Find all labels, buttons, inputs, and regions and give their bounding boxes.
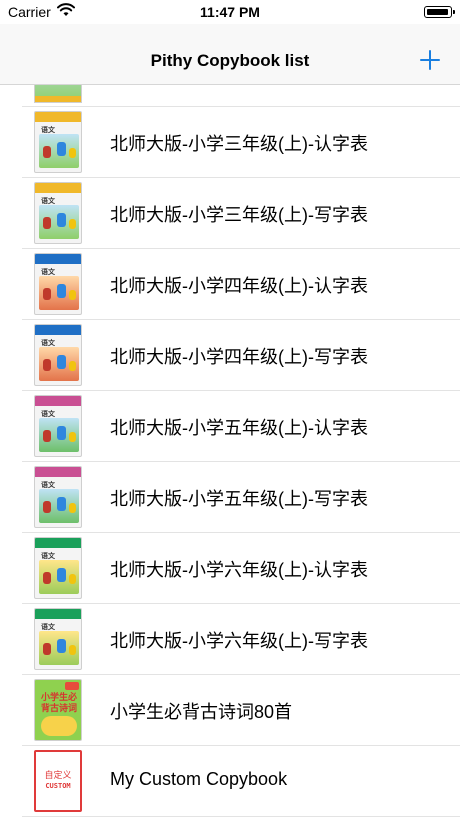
book-cover-thumbnail: 小学生必背古诗词 bbox=[34, 679, 82, 741]
list-item-label: 北师大版-小学四年级(上)-认字表 bbox=[110, 276, 368, 296]
list-item[interactable]: 语文 北师大版-小学四年级(上)-认字表 bbox=[22, 249, 460, 320]
list-item[interactable]: 语文 北师大版-小学三年级(上)-写字表 bbox=[22, 178, 460, 249]
navigation-bar: Pithy Copybook list bbox=[0, 24, 460, 85]
list-item-label: 北师大版-小学五年级(上)-写字表 bbox=[110, 489, 368, 509]
cover-subtitle: CUSTOM bbox=[45, 782, 71, 790]
cover-title: 小学生必背古诗词 bbox=[40, 692, 77, 713]
list-item-label: My Custom Copybook bbox=[110, 769, 288, 789]
list-item[interactable]: 语文 北师大版-小学六年级(上)-写字表 bbox=[22, 604, 460, 675]
book-cover-thumbnail: 语文 bbox=[34, 182, 82, 244]
book-cover-thumbnail bbox=[34, 85, 82, 103]
list-item[interactable]: 语文 北师大版-小学六年级(上)-认字表 bbox=[22, 533, 460, 604]
status-bar: Carrier 11:47 PM bbox=[0, 0, 460, 24]
list-item-label: 北师大版-小学三年级(上)-认字表 bbox=[110, 134, 368, 154]
book-cover-thumbnail: 语文 bbox=[34, 608, 82, 670]
add-copybook-button[interactable] bbox=[418, 48, 442, 72]
list-item-label: 北师大版-小学五年级(上)-认字表 bbox=[110, 418, 368, 438]
book-cover-thumbnail: 语文 bbox=[34, 111, 82, 173]
cover-title: 自定义 bbox=[44, 771, 72, 781]
list-item-label: 北师大版-小学六年级(上)-认字表 bbox=[110, 560, 368, 580]
list-item-label: 北师大版-小学四年级(上)-写字表 bbox=[110, 347, 368, 367]
list-item[interactable]: 语文 北师大版-小学三年级(上)-认字表 bbox=[22, 107, 460, 178]
book-cover-thumbnail: 语文 bbox=[34, 395, 82, 457]
list-item[interactable]: 语文 北师大版-小学五年级(上)-认字表 bbox=[22, 391, 460, 462]
copybook-list[interactable]: 语文 北师大版-小学三年级(上)-认字表 语文 北师大版-小学三年级(上)-写字表 语文… bbox=[0, 85, 460, 817]
list-item-label: 北师大版-小学三年级(上)-写字表 bbox=[110, 205, 368, 225]
book-cover-thumbnail: 语文 bbox=[34, 253, 82, 315]
battery-icon bbox=[424, 6, 455, 18]
clock: 11:47 PM bbox=[200, 4, 260, 20]
book-cover-thumbnail: 自定义 CUSTOM bbox=[34, 750, 82, 812]
book-cover-thumbnail: 语文 bbox=[34, 537, 82, 599]
list-item[interactable]: 语文 北师大版-小学四年级(上)-写字表 bbox=[22, 320, 460, 391]
list-item[interactable]: 自定义 CUSTOM My Custom Copybook bbox=[22, 746, 460, 817]
list-item-partial[interactable] bbox=[22, 85, 460, 107]
book-cover-thumbnail: 语文 bbox=[34, 324, 82, 386]
list-item-label: 北师大版-小学六年级(上)-写字表 bbox=[110, 631, 368, 651]
list-item-label: 小学生必背古诗词80首 bbox=[110, 702, 293, 722]
book-cover-thumbnail: 语文 bbox=[34, 466, 82, 528]
page-title: Pithy Copybook list bbox=[150, 51, 310, 70]
list-item[interactable]: 小学生必背古诗词 小学生必背古诗词80首 bbox=[22, 675, 460, 746]
list-item[interactable]: 语文 北师大版-小学五年级(上)-写字表 bbox=[22, 462, 460, 533]
